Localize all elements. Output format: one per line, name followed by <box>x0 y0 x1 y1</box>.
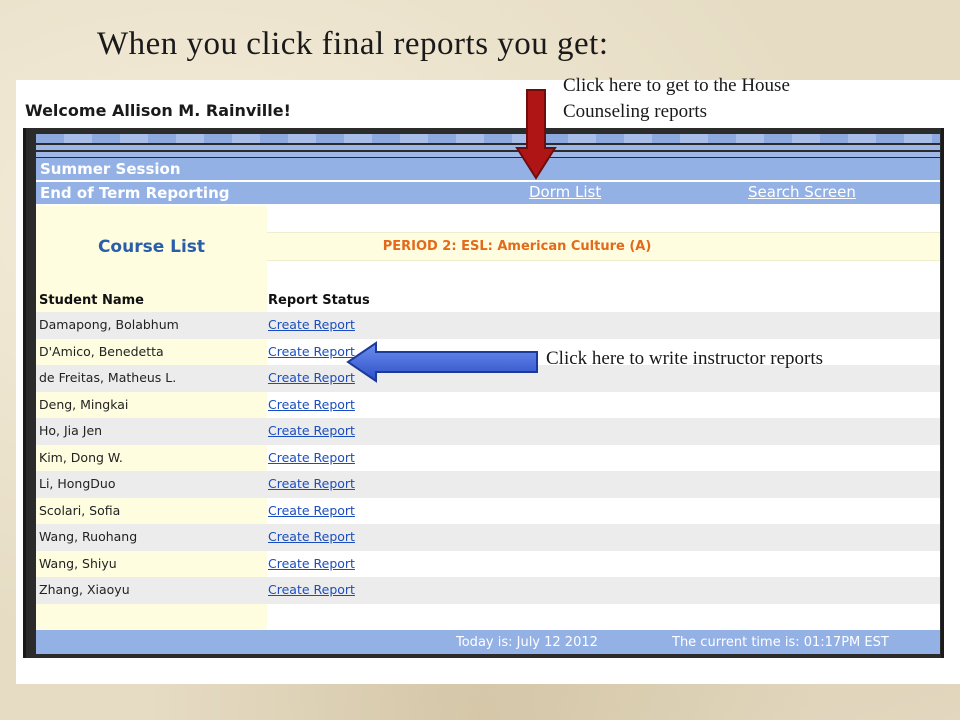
report-status-cell: Create Report <box>267 497 940 524</box>
report-status-cell: Create Report <box>267 577 940 604</box>
period-title: PERIOD 2: ESL: American Culture (A) <box>382 239 652 254</box>
student-name-cell: Ho, Jia Jen <box>36 418 267 445</box>
term-bar: End of Term Reporting Dorm List Search S… <box>36 182 940 204</box>
report-panel: Summer Session End of Term Reporting Dor… <box>36 158 940 654</box>
student-name-cell: Damapong, Bolabhum <box>36 312 267 339</box>
create-report-link[interactable]: Create Report <box>268 577 355 603</box>
table-row: Damapong, Bolabhum Create Report <box>36 312 940 339</box>
create-report-link[interactable]: Create Report <box>268 524 355 550</box>
dorm-list-link[interactable]: Dorm List <box>529 183 601 201</box>
student-name-cell: Wang, Shiyu <box>36 550 267 577</box>
down-arrow-icon <box>515 89 557 180</box>
table-row: Wang, Ruohang Create Report <box>36 524 940 551</box>
slide-title: When you click final reports you get: <box>97 26 609 62</box>
report-status-cell: Create Report <box>267 312 940 339</box>
term-label: End of Term Reporting <box>40 184 230 202</box>
table-row: Kim, Dong W. Create Report <box>36 444 940 471</box>
report-status-cell: Create Report <box>267 418 940 445</box>
report-status-cell: Create Report <box>267 391 940 418</box>
student-name-cell: de Freitas, Matheus L. <box>36 365 267 392</box>
create-report-link[interactable]: Create Report <box>268 312 355 338</box>
student-name-cell: Wang, Ruohang <box>36 524 267 551</box>
report-status-cell: Create Report <box>267 550 940 577</box>
create-report-link[interactable]: Create Report <box>268 392 355 418</box>
student-name-cell: Zhang, Xiaoyu <box>36 577 267 604</box>
student-name-cell: D'Amico, Benedetta <box>36 338 267 365</box>
footer-bar: Today is: July 12 2012 The current time … <box>36 630 940 654</box>
header-stripe <box>36 134 940 143</box>
table-row: Ho, Jia Jen Create Report <box>36 418 940 445</box>
report-status-header: Report Status <box>268 293 370 308</box>
footer-time: The current time is: 01:17PM EST <box>672 635 889 650</box>
student-name-header: Student Name <box>39 293 144 308</box>
annotation-line: Click here to get to the House <box>563 75 790 96</box>
welcome-message: Welcome Allison M. Rainville! <box>25 101 291 120</box>
footer-date: Today is: July 12 2012 <box>456 635 598 650</box>
annotation-line: Counseling reports <box>563 101 708 122</box>
report-status-cell: Create Report <box>267 524 940 551</box>
student-name-cell: Deng, Mingkai <box>36 391 267 418</box>
student-name-cell: Scolari, Sofia <box>36 497 267 524</box>
table-row: Deng, Mingkai Create Report <box>36 391 940 418</box>
report-status-cell: Create Report <box>267 471 940 498</box>
app-frame: Summer Session End of Term Reporting Dor… <box>23 128 944 658</box>
annotation-instructor-reports: Click here to write instructor reports <box>546 348 824 369</box>
create-report-link[interactable]: Create Report <box>268 551 355 577</box>
header-stripe-thin <box>36 145 940 150</box>
create-report-link[interactable]: Create Report <box>268 471 355 497</box>
create-report-link[interactable]: Create Report <box>268 418 355 444</box>
create-report-link[interactable]: Create Report <box>268 445 355 471</box>
search-screen-link[interactable]: Search Screen <box>748 183 856 201</box>
annotation-house-counseling: Click here to get to the House Counselin… <box>563 73 790 125</box>
create-report-link[interactable]: Create Report <box>268 498 355 524</box>
student-name-cell: Kim, Dong W. <box>36 444 267 471</box>
header-stripe-thin <box>36 152 940 157</box>
report-status-cell: Create Report <box>267 444 940 471</box>
table-row: Li, HongDuo Create Report <box>36 471 940 498</box>
left-arrow-icon <box>346 341 538 383</box>
session-bar: Summer Session <box>36 158 940 180</box>
session-label: Summer Session <box>40 160 181 178</box>
create-report-link[interactable]: Create Report <box>268 339 355 365</box>
table-row: Wang, Shiyu Create Report <box>36 550 940 577</box>
student-name-cell: Li, HongDuo <box>36 471 267 498</box>
period-row: PERIOD 2: ESL: American Culture (A) <box>267 232 940 261</box>
table-row: Zhang, Xiaoyu Create Report <box>36 577 940 604</box>
create-report-link[interactable]: Create Report <box>268 365 355 391</box>
table-row: Scolari, Sofia Create Report <box>36 497 940 524</box>
course-list-title: Course List <box>97 237 206 257</box>
